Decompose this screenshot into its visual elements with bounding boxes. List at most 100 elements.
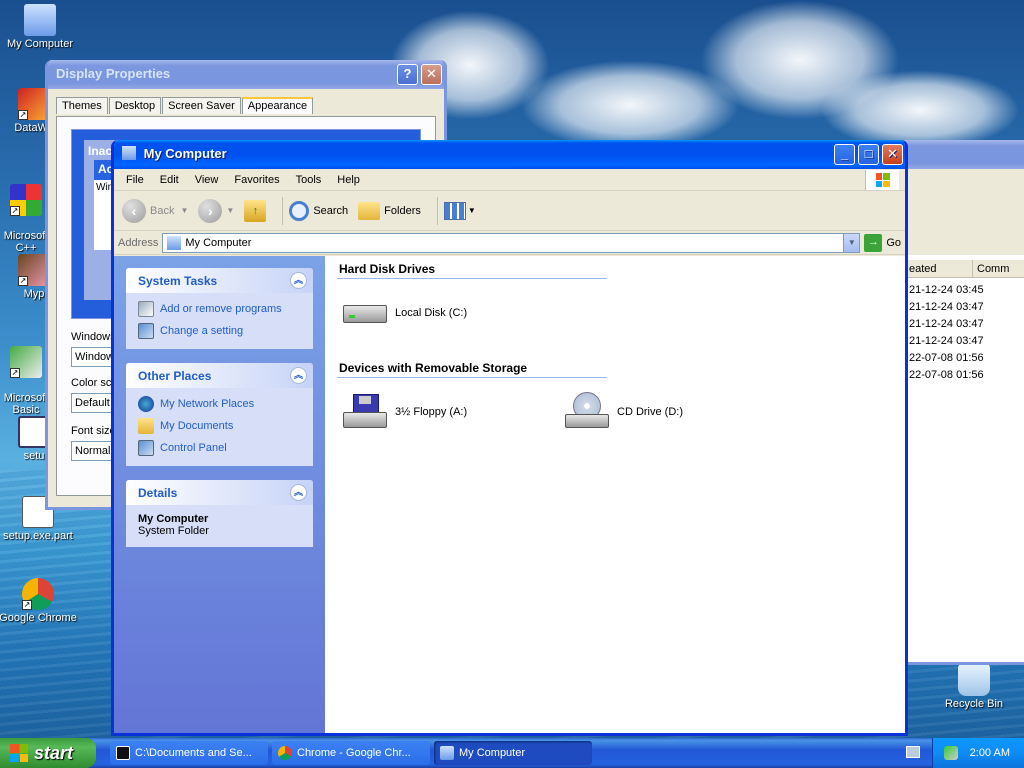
address-dropdown-button[interactable]: ▼ [843, 233, 860, 252]
tab-strip: Themes Desktop Screen Saver Appearance [48, 89, 444, 114]
desktop-icon-label: Myp [23, 288, 45, 300]
column-comment[interactable]: Comm [973, 260, 1009, 277]
cd-drive-icon [563, 392, 611, 432]
toolbar-separator [282, 196, 284, 225]
safely-remove-hardware-icon[interactable] [943, 746, 958, 760]
documents-folder-icon [138, 418, 154, 434]
close-button[interactable]: ✕ [882, 144, 903, 165]
back-button[interactable]: ‹ Back ▼ [122, 198, 188, 223]
explorer-body: System Tasks ︽ Add or remove programs Ch… [114, 256, 905, 733]
taskbar: start C:\Documents and Se... Chrome - Go… [0, 738, 1024, 768]
desktop-icon-recycle-bin[interactable]: Recycle Bin [934, 664, 1014, 710]
folders-icon [358, 201, 381, 220]
details-type: System Folder [138, 525, 209, 537]
recycle-bin-icon [958, 664, 990, 696]
back-label: Back [150, 204, 175, 217]
floppy-drive-icon [341, 392, 389, 432]
collapse-icon[interactable]: ︽ [290, 367, 307, 384]
desktop-icon-label: Microsoft C++ [3, 230, 49, 254]
label-font-size: Font size [71, 425, 116, 437]
label-windows-buttons: Windows [71, 331, 116, 343]
taskbar-button-my-computer[interactable]: My Computer [434, 741, 592, 765]
window-title: Display Properties [56, 66, 171, 81]
clock[interactable]: 2:00 AM [970, 747, 1010, 759]
control-panel-icon [138, 440, 154, 456]
maximize-button[interactable]: □ [858, 144, 879, 165]
help-button[interactable]: ? [397, 64, 418, 85]
visual-basic-icon: ↗ [10, 346, 42, 378]
drive-local-disk-c[interactable]: Local Disk (C:) [341, 293, 467, 333]
my-documents-link[interactable]: My Documents [138, 418, 301, 434]
chevron-down-icon[interactable]: ▼ [180, 206, 188, 215]
chevron-down-icon[interactable]: ▼ [226, 206, 234, 215]
taskbar-button-7zip[interactable]: C:\Documents and Se... [110, 741, 268, 765]
details-header[interactable]: Details ︽ [126, 480, 313, 505]
taskbar-button-label: Chrome - Google Chr... [297, 747, 411, 759]
other-places-header[interactable]: Other Places ︽ [126, 363, 313, 388]
title-bar: My Computer _ □ ✕ [114, 140, 905, 169]
collapse-icon[interactable]: ︽ [290, 272, 307, 289]
menu-edit[interactable]: Edit [152, 174, 187, 186]
views-button[interactable]: ▼ [443, 201, 476, 220]
forward-button[interactable]: › ▼ [198, 198, 234, 223]
start-label: start [34, 742, 74, 763]
windows-logo-icon [865, 170, 899, 190]
standard-toolbar: ‹ Back ▼ › ▼ ↑ Search Folders ▼ [114, 191, 905, 231]
drive-label: 3½ Floppy (A:) [395, 406, 468, 418]
folder-up-icon: ↑ [244, 199, 267, 222]
up-button[interactable]: ↑ [244, 199, 267, 222]
windows-flag-icon [10, 744, 28, 762]
drive-floppy-a[interactable]: 3½ Floppy (A:) [341, 392, 559, 432]
tab-appearance[interactable]: Appearance [241, 97, 314, 114]
my-network-places-link[interactable]: My Network Places [138, 396, 301, 412]
add-remove-programs-link[interactable]: Add or remove programs [138, 301, 301, 317]
menu-help[interactable]: Help [329, 174, 368, 186]
programs-icon [138, 301, 154, 317]
search-icon [289, 200, 310, 221]
desktop-icon-label: setu [23, 450, 45, 462]
change-setting-link[interactable]: Change a setting [138, 323, 301, 339]
computer-icon [24, 4, 56, 36]
minimize-button[interactable]: _ [834, 144, 855, 165]
start-button[interactable]: start [0, 738, 96, 768]
go-button[interactable]: → Go [864, 233, 901, 252]
group-header-hard-disk-drives: Hard Disk Drives [337, 260, 607, 279]
desktop-icon-label: setup.exe.part [3, 530, 73, 542]
system-tasks-header[interactable]: System Tasks ︽ [126, 268, 313, 293]
search-button[interactable]: Search [289, 200, 348, 221]
tab-screen-saver[interactable]: Screen Saver [162, 97, 241, 114]
forward-arrow-icon: › [198, 198, 223, 223]
address-input[interactable]: My Computer ▼ [162, 232, 861, 253]
tab-desktop[interactable]: Desktop [108, 97, 162, 114]
folder-content: Hard Disk Drives Local Disk (C:) Devices… [325, 256, 905, 733]
control-panel-link[interactable]: Control Panel [138, 440, 301, 456]
views-icon [443, 201, 466, 220]
toolbar-separator [436, 196, 438, 225]
keyboard-icon[interactable] [906, 746, 920, 758]
collapse-icon[interactable]: ︽ [290, 484, 307, 501]
system-tasks-panel: System Tasks ︽ Add or remove programs Ch… [126, 268, 313, 349]
desktop-icon-label: Microsoft Basic [3, 392, 49, 416]
menu-file[interactable]: File [118, 174, 152, 186]
desktop-icon-chrome[interactable]: ↗ Google Chrome [0, 578, 78, 624]
drive-label: Local Disk (C:) [395, 307, 468, 319]
taskbar-button-label: My Computer [459, 747, 526, 759]
computer-icon [167, 235, 182, 250]
computer-icon [122, 146, 136, 160]
title-bar: Display Properties ? ✕ [48, 60, 444, 89]
link-label: My Network Places [160, 398, 255, 410]
tab-themes[interactable]: Themes [56, 97, 108, 114]
link-label: Change a setting [160, 325, 244, 337]
menu-tools[interactable]: Tools [288, 174, 330, 186]
close-button[interactable]: ✕ [421, 64, 442, 85]
go-label: Go [886, 236, 901, 249]
menu-favorites[interactable]: Favorites [226, 174, 287, 186]
chrome-icon [278, 746, 292, 760]
menu-view[interactable]: View [187, 174, 227, 186]
taskbar-button-chrome[interactable]: Chrome - Google Chr... [272, 741, 430, 765]
desktop-icon-my-computer[interactable]: My Computer [0, 4, 80, 50]
drive-cd-d[interactable]: CD Drive (D:) [563, 392, 683, 432]
my-computer-window: My Computer _ □ ✕ File Edit View Favorit… [111, 140, 908, 736]
folders-button[interactable]: Folders [358, 201, 421, 220]
task-pane: System Tasks ︽ Add or remove programs Ch… [114, 256, 325, 733]
